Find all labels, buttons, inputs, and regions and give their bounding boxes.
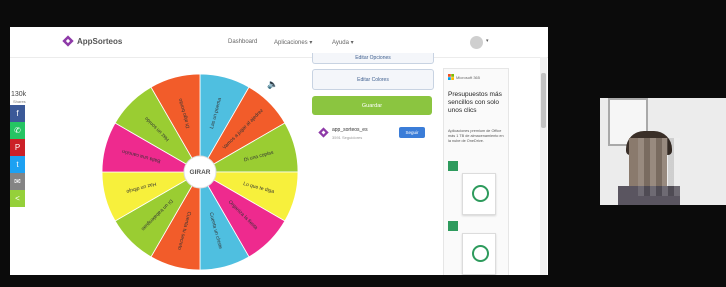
spin-button-label: GIRAR: [190, 169, 211, 176]
ad-brand: Microsoft 365: [448, 74, 480, 80]
microsoft-logo-icon: [448, 74, 454, 80]
nav-help-label: Ayuda: [332, 40, 349, 46]
ad-product-image: [462, 233, 496, 275]
edit-colors-button[interactable]: Editar Colores: [312, 69, 434, 90]
app-logo[interactable]: AppSorteos: [62, 35, 122, 47]
page-scrollbar[interactable]: [540, 57, 547, 275]
facebook-share-icon[interactable]: f: [10, 105, 25, 122]
user-avatar[interactable]: [470, 36, 483, 49]
save-button[interactable]: Guardar: [312, 96, 432, 115]
ad-body-text: Aplicaciones premium de Office más 1 TB …: [448, 129, 504, 143]
nav-applications-menu[interactable]: Aplicaciones ▾: [274, 39, 312, 46]
follow-button[interactable]: Seguir: [399, 127, 425, 138]
onedrive-tile-icon: [448, 221, 458, 231]
pinterest-share-icon[interactable]: P: [10, 139, 25, 156]
app-logo-text: AppSorteos: [77, 36, 123, 46]
pixelated-area: [638, 138, 680, 196]
advertisement[interactable]: Microsoft 365 Presupuestos más sencillos…: [443, 68, 509, 275]
share-count-label: Shares: [13, 99, 26, 104]
chevron-down-icon: ▾: [309, 40, 313, 46]
nav-applications-label: Aplicaciones: [274, 40, 308, 46]
app-logo-icon: [62, 35, 74, 47]
browser-viewport: AppSorteos Dashboard Aplicaciones ▾ Ayud…: [10, 27, 548, 275]
ad-headline: Presupuestos más sencillos con solo unos…: [448, 91, 502, 114]
nav-dashboard-link[interactable]: Dashboard: [228, 39, 257, 45]
creator-followers: 3591 Seguidores: [332, 135, 363, 140]
webcam-overlay: [600, 98, 726, 205]
top-navigation-bar: AppSorteos Dashboard Aplicaciones ▾ Ayud…: [10, 27, 548, 58]
ad-brand-label: Microsoft 365: [456, 74, 481, 80]
nav-help-menu[interactable]: Ayuda ▾: [332, 39, 354, 46]
share-count: 130k: [11, 91, 27, 98]
prize-wheel[interactable]: Las un poemaVamos a jugar al ajedrezDi u…: [100, 72, 300, 272]
sharethis-share-icon[interactable]: <: [10, 190, 25, 207]
scrollbar-thumb[interactable]: [541, 73, 546, 128]
speaker-icon[interactable]: 🔈: [265, 77, 281, 91]
creator-name[interactable]: app_sorteos_es: [332, 127, 368, 133]
creator-avatar-icon[interactable]: [318, 127, 329, 138]
onedrive-tile-icon: [448, 161, 458, 171]
chevron-down-icon[interactable]: ▾: [486, 38, 489, 44]
ad-product-image: [462, 173, 496, 215]
whatsapp-share-icon[interactable]: ✆: [10, 122, 25, 139]
creator-profile: app_sorteos_es 3591 Seguidores Seguir: [318, 124, 432, 144]
social-share-bar: 130k Shares f ✆ Pt ✉ <: [10, 91, 32, 207]
share-buttons: f ✆ Pt ✉ <: [10, 105, 32, 207]
chevron-down-icon: ▾: [350, 40, 354, 46]
edit-options-button[interactable]: Editar Opciones: [312, 53, 434, 64]
email-share-icon[interactable]: ✉: [10, 173, 25, 190]
twitter-share-icon[interactable]: t: [10, 156, 25, 173]
